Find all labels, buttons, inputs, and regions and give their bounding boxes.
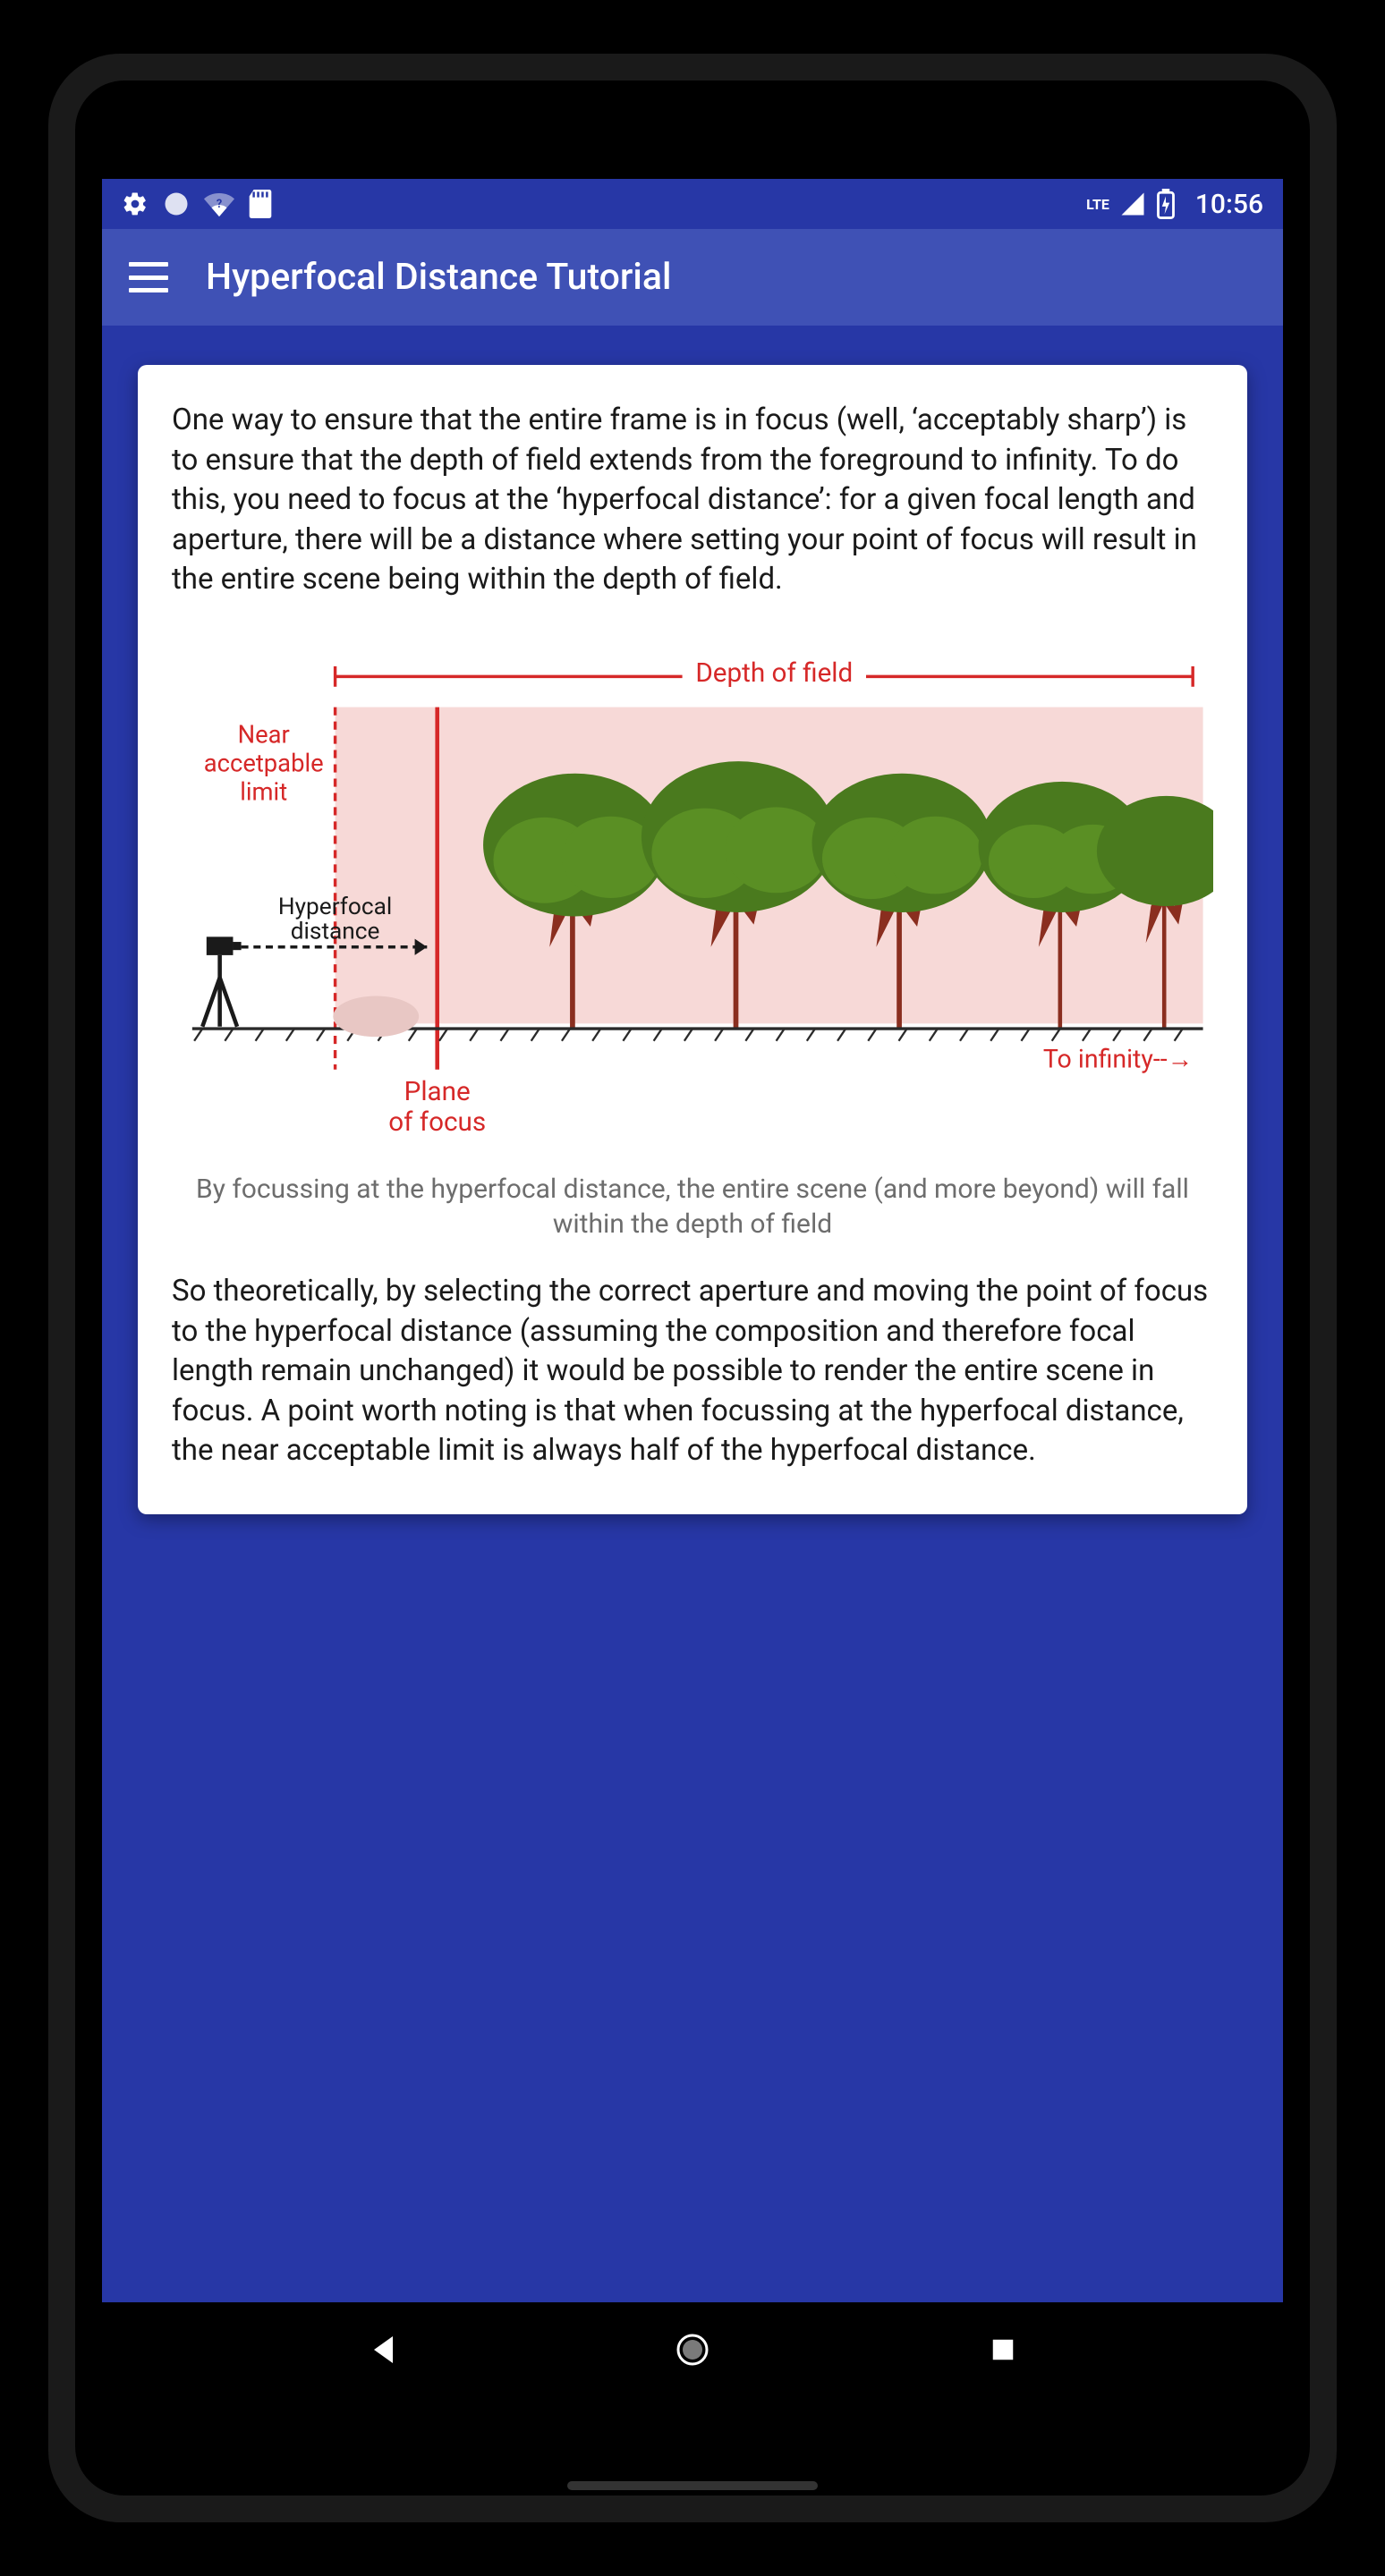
tutorial-card: One way to ensure that the entire frame … (138, 365, 1247, 1514)
plane-l2: of focus (388, 1106, 486, 1138)
settings-icon (122, 191, 149, 217)
diagram-caption: By focussing at the hyperfocal distance,… (172, 1172, 1213, 1241)
android-nav-bar (102, 2302, 1283, 2397)
status-clock: 10:56 (1195, 189, 1263, 220)
hyperfocal-l1: Hyperfocal (278, 894, 392, 920)
app-bar: Hyperfocal Distance Tutorial (102, 229, 1283, 326)
phone-frame: ? LTE 10:56 Hyperfocal Distance Tutorial (48, 54, 1337, 2522)
plane-l1: Plane (404, 1076, 471, 1107)
near-limit-l2: accetpable (204, 749, 324, 777)
camera-icon (202, 936, 241, 1026)
recents-button[interactable] (985, 2332, 1021, 2368)
page-title: Hyperfocal Distance Tutorial (206, 256, 671, 299)
to-infinity-label: To infinity--→ (1043, 1044, 1193, 1073)
menu-icon[interactable] (129, 262, 168, 292)
screen: ? LTE 10:56 Hyperfocal Distance Tutorial (102, 179, 1283, 2397)
battery-charging-icon (1156, 189, 1176, 219)
cell-signal-icon (1118, 191, 1147, 217)
network-type-label: LTE (1086, 196, 1109, 213)
paragraph-2: So theoretically, by selecting the corre… (172, 1272, 1213, 1471)
wifi-icon: ? (204, 191, 234, 217)
svg-text:?: ? (217, 198, 222, 211)
paragraph-1: One way to ensure that the entire frame … (172, 401, 1213, 600)
content-area[interactable]: One way to ensure that the entire frame … (102, 326, 1283, 2302)
phone-inner: ? LTE 10:56 Hyperfocal Distance Tutorial (75, 80, 1310, 2496)
phone-speaker-bottom (567, 2481, 818, 2490)
circle-icon (163, 191, 190, 217)
hyperfocal-l2: distance (291, 918, 380, 945)
status-left: ? (122, 190, 272, 218)
near-limit-l1: Near (238, 720, 290, 749)
home-button[interactable] (675, 2332, 710, 2368)
dof-label: Depth of field (695, 657, 853, 689)
back-button[interactable] (364, 2332, 400, 2368)
near-limit-l3: limit (240, 777, 287, 806)
status-bar: ? LTE 10:56 (102, 179, 1283, 229)
sd-card-icon (249, 190, 272, 218)
hyperfocal-diagram: Depth of field Near accetpable limit Pla… (172, 631, 1213, 1161)
status-right: LTE 10:56 (1086, 189, 1263, 220)
